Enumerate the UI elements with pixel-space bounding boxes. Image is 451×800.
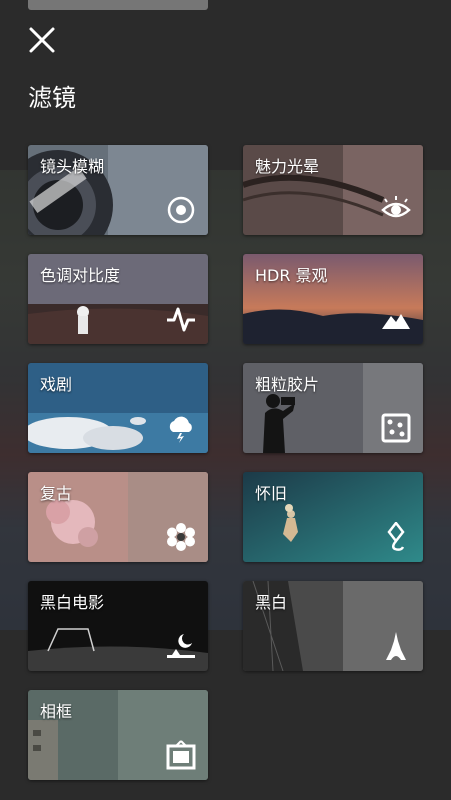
page-title: 滤镜	[28, 84, 76, 112]
filter-label: 粗粒胶片	[255, 375, 320, 394]
mountain-icon	[382, 314, 410, 329]
target-icon	[167, 196, 195, 224]
filter-label: 魅力光晕	[255, 157, 320, 176]
eye-icon	[381, 196, 411, 218]
filter-grainy-film[interactable]: 粗粒胶片	[243, 363, 423, 453]
filter-vintage[interactable]: 复古	[28, 472, 208, 562]
close-icon[interactable]	[26, 24, 58, 56]
eiffel-tower-icon	[386, 632, 406, 660]
kite-icon	[387, 522, 405, 551]
filter-retrolux[interactable]: 怀旧	[243, 472, 423, 562]
dice-icon	[381, 413, 411, 443]
pulse-icon	[167, 307, 195, 332]
filter-lens-blur[interactable]: 镜头模糊	[28, 145, 208, 235]
filter-label: 相框	[40, 702, 73, 721]
filter-label: 怀旧	[255, 484, 288, 503]
filter-drama[interactable]: 戏剧	[28, 363, 208, 453]
filter-frames[interactable]: 相框	[28, 690, 208, 780]
moon-night-icon	[167, 634, 195, 658]
storm-cloud-icon	[169, 416, 192, 443]
filter-noir[interactable]: 黑白电影	[28, 581, 208, 671]
frame-icon	[166, 740, 196, 770]
filter-label: HDR 景观	[255, 266, 328, 285]
filter-glamour-glow[interactable]: 魅力光晕	[243, 145, 423, 235]
filter-label: 黑白	[255, 593, 288, 612]
flower-icon	[167, 523, 195, 551]
filter-label: 镜头模糊	[40, 157, 105, 176]
filter-label: 色调对比度	[40, 266, 121, 285]
filter-label: 戏剧	[40, 375, 73, 394]
previous-panel-edge	[28, 0, 208, 10]
filter-label: 复古	[40, 484, 73, 503]
filter-hdr-scape[interactable]: HDR 景观	[243, 254, 423, 344]
filter-black-and-white[interactable]: 黑白	[243, 581, 423, 671]
filter-tonal-contrast[interactable]: 色调对比度	[28, 254, 208, 344]
filter-label: 黑白电影	[40, 593, 105, 612]
